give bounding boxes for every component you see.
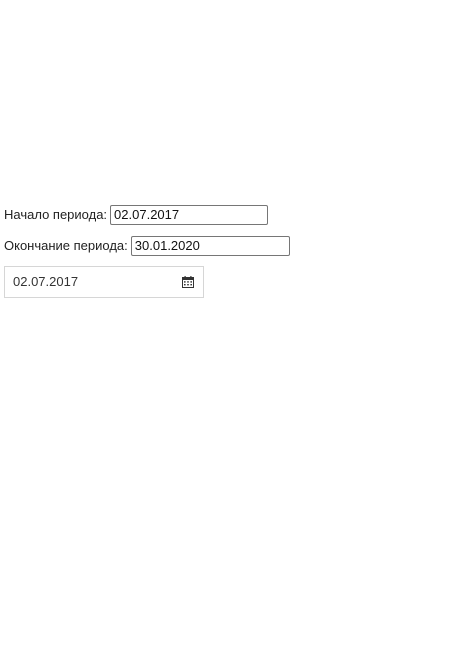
period-start-row: Начало периода:	[4, 204, 269, 225]
datepicker-field[interactable]: 02.07.2017	[4, 266, 204, 298]
page: Начало периода: Окончание периода: 02.07…	[0, 0, 451, 652]
calendar-icon[interactable]	[181, 275, 195, 289]
period-end-input[interactable]	[130, 235, 290, 256]
period-start-input[interactable]	[110, 204, 269, 225]
period-end-row: Окончание периода:	[4, 235, 290, 256]
datepicker-value: 02.07.2017	[13, 274, 79, 289]
period-start-label: Начало периода:	[4, 207, 108, 222]
period-end-label: Окончание периода:	[4, 238, 128, 253]
